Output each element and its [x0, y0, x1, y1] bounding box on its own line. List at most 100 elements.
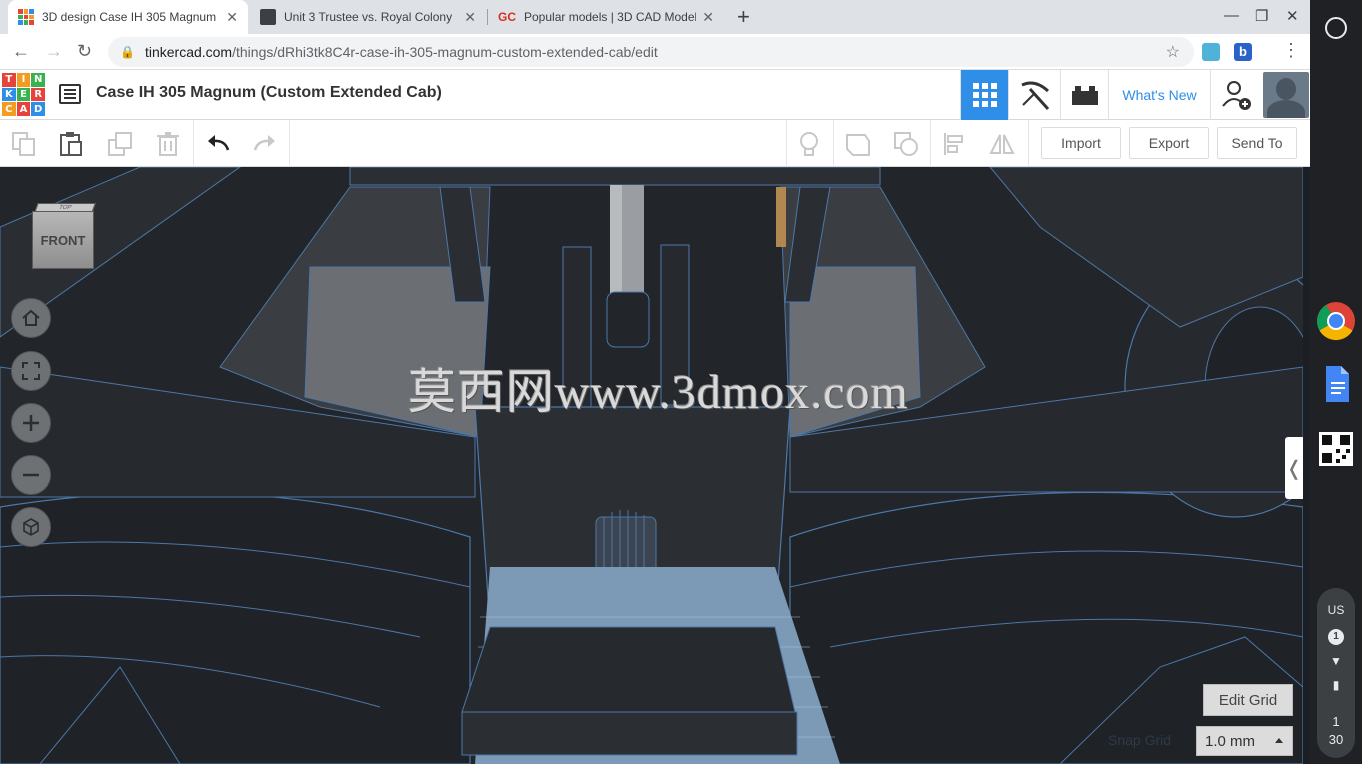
fit-to-view-icon [22, 362, 40, 380]
status-tray[interactable]: US 1 ▼ ▮ 1 30 [1317, 588, 1355, 758]
snap-grid-select[interactable]: 1.0 mm [1196, 726, 1293, 756]
blocks-button[interactable] [1008, 70, 1060, 120]
tab-strip: 3D design Case IH 305 Magnum ( ✕ Unit 3 … [0, 0, 1310, 34]
close-tab-icon[interactable]: ✕ [464, 9, 476, 26]
pickaxe-icon [1020, 81, 1049, 111]
user-avatar[interactable] [1263, 72, 1309, 118]
clock-hour: 1 [1332, 714, 1340, 729]
extension-b-icon[interactable]: b [1234, 43, 1252, 61]
chromeos-shelf: US 1 ▼ ▮ 1 30 [1310, 0, 1362, 764]
close-tab-icon[interactable]: ✕ [702, 9, 714, 26]
minus-icon [23, 473, 39, 477]
view-cube[interactable]: TOP FRONT [32, 203, 96, 269]
google-docs-icon[interactable] [1316, 364, 1356, 404]
fit-view-button[interactable] [11, 351, 51, 391]
edit-grid-button[interactable]: Edit Grid [1203, 684, 1293, 716]
tab-3d-design[interactable]: 3D design Case IH 305 Magnum ( ✕ [8, 0, 248, 34]
qr-code-icon[interactable] [1316, 429, 1356, 469]
minimize-button[interactable]: — [1224, 7, 1239, 24]
tinkercad-logo[interactable]: T I N K E R C A D [2, 73, 45, 116]
wifi-icon: ▼ [1330, 654, 1342, 668]
logo-letter: N [31, 73, 45, 87]
tab-title: Popular models | 3D CAD Model [524, 10, 697, 24]
perspective-button[interactable] [11, 507, 51, 547]
notification-count-badge: 1 [1317, 628, 1355, 645]
tab-popular-models[interactable]: GC Popular models | 3D CAD Model ✕ [488, 0, 724, 34]
tinkercad-favicon-icon [18, 9, 34, 25]
zoom-in-button[interactable] [11, 403, 51, 443]
lightbulb-icon[interactable] [796, 131, 822, 157]
battery-icon: ▮ [1332, 678, 1340, 692]
add-user-icon [1221, 81, 1251, 110]
tinkercad-header: T I N K E R C A D Case IH 305 Magnum (Cu… [0, 70, 1310, 120]
classroom-icon [260, 9, 276, 25]
lego-brick-icon [1071, 86, 1098, 105]
url-input[interactable]: 🔒 tinkercad.com /things/dRhi3tk8C4r-case… [108, 37, 1194, 67]
chrome-menu-icon[interactable]: ⋮ [1282, 40, 1300, 61]
zoom-out-button[interactable] [11, 455, 51, 495]
add-user-button[interactable] [1210, 70, 1262, 120]
plus-icon [23, 415, 39, 431]
forward-arrow-icon[interactable]: → [45, 41, 63, 62]
grabcad-icon: GC [498, 10, 516, 24]
cube-icon [23, 518, 39, 536]
reload-icon[interactable]: ↻ [77, 41, 92, 62]
close-tab-icon[interactable]: ✕ [226, 9, 238, 26]
home-icon [22, 309, 40, 326]
logo-letter: D [31, 102, 45, 116]
trash-icon[interactable] [155, 131, 181, 157]
url-path: /things/dRhi3tk8C4r-case-ih-305-magnum-c… [232, 44, 658, 60]
toolbar-divider [930, 120, 931, 167]
toolbar-divider [193, 120, 194, 167]
whats-new-button[interactable]: What's New [1108, 70, 1210, 120]
design-menu-icon[interactable] [59, 84, 81, 104]
copy-icon[interactable] [11, 131, 37, 157]
3d-view-button[interactable] [960, 70, 1008, 120]
undo-icon[interactable] [205, 131, 231, 157]
url-host: tinkercad.com [144, 44, 233, 60]
align-icon[interactable] [942, 131, 968, 157]
close-window-button[interactable]: ✕ [1286, 7, 1299, 25]
restore-button[interactable]: ❐ [1255, 7, 1268, 25]
logo-letter: R [31, 87, 45, 102]
extension-cloud-icon[interactable] [1202, 43, 1220, 61]
redo-icon[interactable] [252, 131, 278, 157]
back-arrow-icon[interactable]: ← [12, 41, 30, 62]
input-locale: US [1327, 603, 1345, 617]
snap-grid-value: 1.0 mm [1205, 732, 1256, 750]
paste-icon[interactable] [58, 131, 84, 157]
logo-letter: T [2, 73, 16, 87]
mirror-icon[interactable] [989, 131, 1015, 157]
address-bar-row: ← → ↻ 🔒 tinkercad.com /things/dRhi3tk8C4… [0, 34, 1310, 70]
launcher-icon[interactable] [1325, 17, 1347, 39]
tab-title: Unit 3 Trustee vs. Royal Colony [284, 10, 453, 24]
import-button[interactable]: Import [1041, 127, 1121, 159]
tab-unit3-trustee[interactable]: Unit 3 Trustee vs. Royal Colony ✕ [250, 0, 486, 34]
whats-new-label: What's New [1122, 87, 1197, 103]
group-icon[interactable] [845, 131, 871, 157]
collapse-panel-chevron-icon[interactable]: ❬ [1285, 437, 1303, 499]
ungroup-icon[interactable] [893, 131, 919, 157]
design-title[interactable]: Case IH 305 Magnum (Custom Extended Cab) [96, 84, 442, 102]
logo-letter: C [2, 102, 16, 116]
bricks-button[interactable] [1060, 70, 1108, 120]
lock-icon: 🔒 [120, 45, 135, 59]
caret-up-icon [1275, 738, 1283, 743]
grid-view-icon [972, 83, 997, 107]
home-view-button[interactable] [11, 298, 51, 338]
chrome-icon[interactable] [1316, 301, 1356, 341]
send-to-button[interactable]: Send To [1217, 127, 1297, 159]
bookmark-star-icon[interactable]: ☆ [1166, 42, 1180, 62]
toolbar-divider [786, 120, 787, 167]
3d-workplane[interactable]: TOP FRONT 莫西网www.3dmox.com ❬ Edit Grid S… [0, 167, 1303, 764]
view-cube-front[interactable]: FRONT [32, 211, 94, 269]
new-tab-button[interactable]: + [737, 4, 750, 30]
toolbar-divider [833, 120, 834, 167]
3d-scene-render [0, 167, 1303, 764]
logo-letter: K [2, 87, 16, 102]
logo-letter: I [16, 73, 31, 87]
watermark-text: 莫西网www.3dmox.com [408, 366, 909, 419]
logo-letter: A [16, 102, 31, 116]
export-button[interactable]: Export [1129, 127, 1209, 159]
duplicate-icon[interactable] [107, 131, 133, 157]
